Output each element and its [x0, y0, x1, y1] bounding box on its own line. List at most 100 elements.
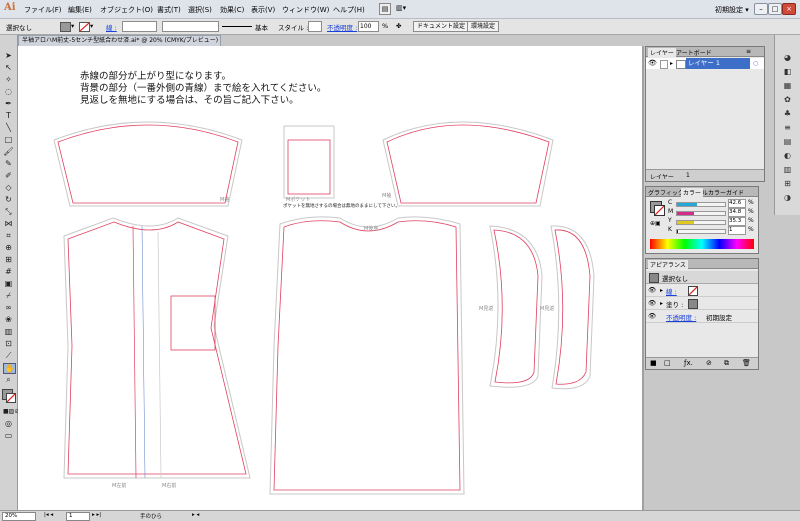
pencil-tool-icon[interactable]: ✎	[3, 159, 14, 168]
selection-tool-icon[interactable]: ➤	[3, 51, 14, 60]
channel-m-track[interactable]	[676, 211, 726, 216]
workspace-switcher[interactable]: 初期設定 ▾	[715, 5, 749, 15]
channel-k-value[interactable]: 1	[728, 226, 746, 235]
visibility-eye-icon[interactable]: 👁	[648, 59, 657, 67]
gradient-tool-icon[interactable]: ▣	[3, 279, 14, 288]
free-transform-tool-icon[interactable]: ⌗	[3, 231, 14, 240]
column-graph-tool-icon[interactable]: ▥	[3, 327, 14, 336]
variable-width-field[interactable]	[162, 21, 219, 32]
scale-tool-icon[interactable]: ⤡	[3, 207, 14, 216]
document-setup-button[interactable]: ドキュメント設定	[413, 21, 470, 32]
stroke-weight-field[interactable]	[122, 21, 157, 32]
recolor-icon[interactable]: ✤	[396, 22, 401, 30]
tab-color-guide[interactable]: カラーガイド	[708, 188, 744, 197]
brushes-icon[interactable]: ✿	[782, 95, 793, 104]
appearance-stroke-swatch[interactable]	[688, 286, 698, 296]
menu-select[interactable]: 選択(S)	[188, 5, 212, 15]
layer-name[interactable]: レイヤー 1	[686, 58, 750, 69]
shape-builder-tool-icon[interactable]: ⊕	[3, 243, 14, 252]
expand-triangle-icon[interactable]: ▸	[670, 60, 673, 67]
transform-icon[interactable]: ⊞	[782, 179, 793, 188]
fill-swatch[interactable]	[60, 22, 71, 32]
appearance-row-stroke[interactable]: 👁 ▸ 線 :	[646, 284, 758, 297]
eyedropper-tool-icon[interactable]: ⌿	[3, 291, 14, 300]
drawing-mode-icon[interactable]: ◎	[3, 419, 14, 428]
tab-close-icon[interactable]: ⊠	[220, 37, 221, 44]
tab-appearance[interactable]: アピアランス	[648, 260, 688, 269]
rectangle-tool-icon[interactable]: □	[3, 135, 14, 144]
new-stroke-icon[interactable]: ■	[650, 359, 657, 367]
channel-k-track[interactable]	[676, 229, 726, 234]
channel-c-value[interactable]: 42.6	[728, 199, 746, 208]
color-stroke-proxy[interactable]	[654, 205, 665, 216]
effects-icon[interactable]: ƒx.	[684, 359, 693, 367]
out-of-gamut-icon[interactable]: ⊕▣	[650, 220, 661, 227]
color-spectrum[interactable]	[650, 239, 754, 249]
artboard-tool-icon[interactable]: ⊡	[3, 339, 14, 348]
arrange-documents-icon[interactable]: ▥▾	[396, 3, 412, 13]
artboard-canvas[interactable]: 赤線の部分が上がり型になります。 背景の部分（一番外側の青線）まで絵を入れてくだ…	[18, 46, 642, 510]
chevron-down-icon[interactable]: ▾	[71, 22, 74, 30]
appearance-opacity-label[interactable]: 不透明度 :	[666, 312, 696, 322]
hand-tool-icon[interactable]: ✋	[3, 363, 16, 374]
maximize-icon[interactable]: □	[768, 3, 782, 15]
color-panel-icon[interactable]: ◕	[782, 53, 793, 62]
minimize-icon[interactable]: –	[754, 3, 768, 15]
magic-wand-tool-icon[interactable]: ✧	[3, 75, 14, 84]
layer-row[interactable]: 👁 ▸ レイヤー 1 ○	[646, 58, 764, 69]
mesh-tool-icon[interactable]: #	[3, 267, 14, 276]
gradient-panel-icon[interactable]: ▤	[782, 137, 793, 146]
perspective-grid-tool-icon[interactable]: ⊞	[3, 255, 14, 264]
menu-help[interactable]: ヘルプ(H)	[333, 5, 365, 15]
clear-appearance-icon[interactable]: ⊘	[706, 359, 712, 367]
menu-object[interactable]: オブジェクト(O)	[100, 5, 153, 15]
lock-toggle[interactable]	[660, 60, 668, 69]
pen-tool-icon[interactable]: ✒	[3, 99, 14, 108]
direct-selection-tool-icon[interactable]: ↖	[3, 63, 14, 72]
status-menu-arrow-icon[interactable]: ▸ ◂	[192, 512, 199, 518]
color-mode-icons[interactable]: ■▨⊘	[3, 407, 19, 416]
new-fill-icon[interactable]: □	[664, 359, 671, 367]
transparency-icon[interactable]: ◐	[782, 151, 793, 160]
menu-window[interactable]: ウィンドウ(W)	[282, 5, 329, 15]
next-page-icon[interactable]: ▸ ▸|	[92, 512, 101, 518]
first-page-icon[interactable]: |◂ ◂	[44, 512, 53, 518]
stroke-panel-icon[interactable]: ≡	[782, 123, 793, 132]
menu-file[interactable]: ファイル(F)	[24, 5, 62, 15]
menu-view[interactable]: 表示(V)	[251, 5, 275, 15]
swatches-icon[interactable]: ▦	[782, 81, 793, 90]
expand-triangle-icon[interactable]: ▸	[660, 300, 663, 307]
chevron-down-icon[interactable]: ▾	[90, 22, 93, 30]
tab-layers[interactable]: レイヤー	[648, 48, 676, 57]
graphic-style-swatch[interactable]	[308, 21, 322, 32]
stroke-style-value[interactable]: 基本	[255, 22, 268, 32]
width-tool-icon[interactable]: ⋈	[3, 219, 14, 228]
blob-brush-tool-icon[interactable]: ✐	[3, 171, 14, 180]
menu-type[interactable]: 書式(T)	[157, 5, 181, 15]
preferences-button[interactable]: 環境設定	[467, 21, 500, 32]
appearance-row-opacity[interactable]: 👁 不透明度 : 初期設定	[646, 310, 758, 323]
stroke-label[interactable]: 線 :	[106, 22, 117, 32]
channel-y-track[interactable]	[676, 220, 726, 225]
line-tool-icon[interactable]: ╲	[3, 123, 14, 132]
pathfinder-icon[interactable]: ◑	[782, 193, 793, 202]
visibility-eye-icon[interactable]: 👁	[648, 286, 656, 294]
appearance-fill-label[interactable]: 塗り :	[666, 299, 683, 309]
expand-triangle-icon[interactable]: ▸	[660, 287, 663, 294]
stroke-swatch[interactable]	[79, 22, 90, 32]
type-tool-icon[interactable]: T	[3, 111, 14, 120]
duplicate-item-icon[interactable]: ⧉	[724, 359, 729, 368]
appearance-stroke-label[interactable]: 線 :	[666, 286, 677, 296]
stroke-color-icon[interactable]	[6, 393, 16, 403]
channel-c-track[interactable]	[676, 202, 726, 207]
trash-icon[interactable]: 🗑	[742, 359, 751, 367]
panel-menu-icon[interactable]: ≡	[746, 48, 751, 55]
blend-tool-icon[interactable]: ∞	[3, 303, 14, 312]
rotate-tool-icon[interactable]: ↻	[3, 195, 14, 204]
visibility-eye-icon[interactable]: 👁	[648, 299, 656, 307]
visibility-eye-icon[interactable]: 👁	[648, 312, 656, 320]
opacity-field[interactable]: 100	[358, 21, 379, 32]
channel-m-value[interactable]: 34.8	[728, 208, 746, 217]
menu-edit[interactable]: 編集(E)	[68, 5, 92, 15]
zoom-tool-icon[interactable]: ⌕	[3, 375, 14, 384]
